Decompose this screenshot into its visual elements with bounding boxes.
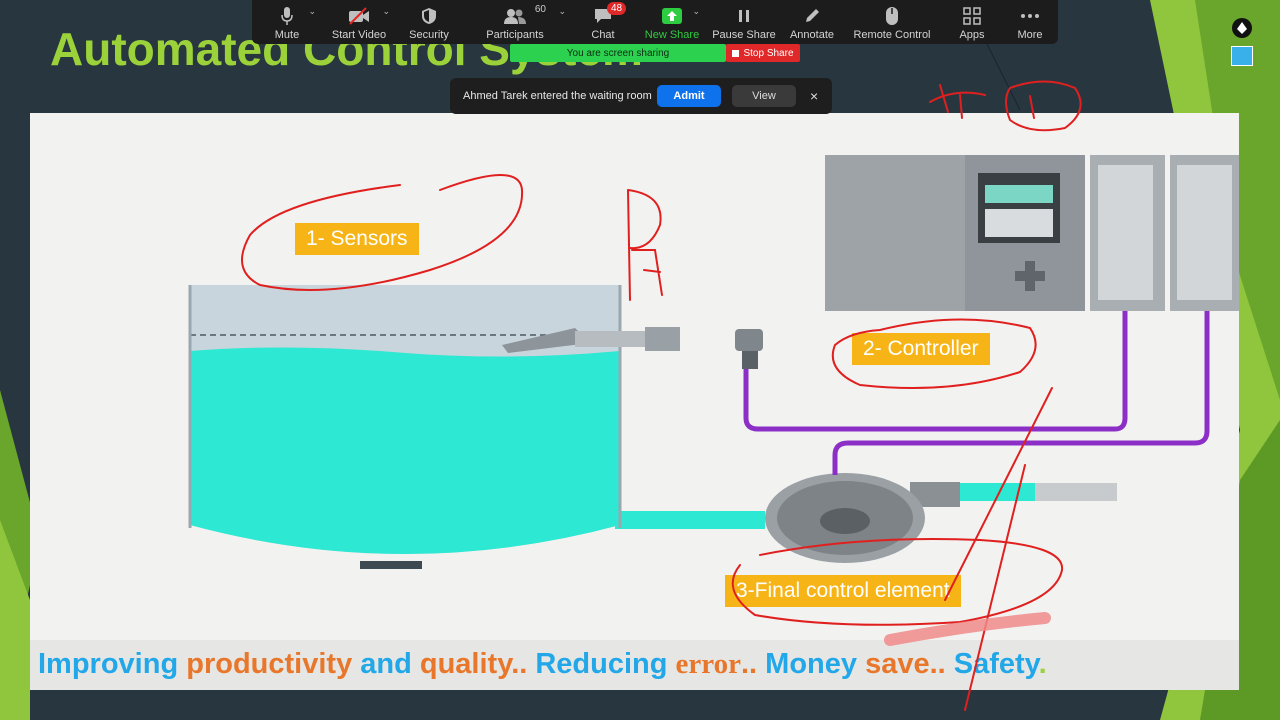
sensor-wire <box>743 311 1128 432</box>
stop-icon <box>732 49 740 57</box>
ellipsis-icon <box>1020 5 1040 27</box>
pause-share-label: Pause Share <box>712 29 776 41</box>
pump <box>765 473 960 563</box>
shield-icon <box>421 5 437 27</box>
people-icon <box>504 5 526 27</box>
start-video-button[interactable]: Start Video ⌄ <box>322 0 396 44</box>
annotate-button[interactable]: Annotate <box>782 0 842 44</box>
chevron-down-icon[interactable]: ⌄ <box>558 6 566 17</box>
chevron-down-icon[interactable]: ⌄ <box>692 6 700 17</box>
discharge-pipe-end <box>1035 483 1117 501</box>
more-label: More <box>1017 29 1043 41</box>
view-button[interactable]: View <box>732 85 796 107</box>
benefit-segment: quality <box>419 648 512 680</box>
slide-content: 1- Sensors 2- Controller 3-Final control… <box>30 113 1239 690</box>
unread-badge: 48 <box>607 2 627 15</box>
new-share-label: New Share <box>644 29 700 41</box>
admit-button[interactable]: Admit <box>657 85 721 107</box>
outlet-pipe <box>615 511 765 529</box>
apps-label: Apps <box>959 29 985 41</box>
apps-grid-icon <box>963 5 981 27</box>
participant-count: 60 <box>534 4 546 15</box>
benefit-segment: .. <box>741 648 766 680</box>
security-label: Security <box>409 29 449 41</box>
start-video-label: Start Video <box>331 29 387 41</box>
benefit-segment: Money <box>765 648 866 680</box>
mute-label: Mute <box>274 29 300 41</box>
sensors-label: 1- Sensors <box>295 223 419 255</box>
close-icon[interactable]: × <box>810 88 818 104</box>
tank <box>188 285 622 569</box>
control-system-diagram <box>188 155 1239 569</box>
benefit-segment: Improving <box>38 648 187 680</box>
share-arrow-icon <box>662 5 682 27</box>
discharge-pipe <box>955 483 1035 501</box>
annotation-pen-icon[interactable] <box>1232 18 1252 38</box>
remote-control-label: Remote Control <box>853 29 931 41</box>
benefit-segment: .. <box>929 648 954 680</box>
security-button[interactable]: Security <box>396 0 462 44</box>
apps-button[interactable]: Apps <box>942 0 1002 44</box>
final-control-element-label: 3-Final control element <box>725 575 961 607</box>
chevron-down-icon[interactable]: ⌄ <box>382 6 390 17</box>
chat-label: Chat <box>591 29 615 41</box>
benefits-text: Improving productivity and quality.. Red… <box>38 648 1047 681</box>
waiting-room-notification: Ahmed Tarek entered the waiting room Adm… <box>450 78 832 114</box>
pencil-icon <box>803 5 821 27</box>
benefit-segment: . <box>1038 648 1047 680</box>
participants-label: Participants <box>486 29 544 41</box>
zoom-toolbar: Mute ⌄ Start Video ⌄ Security Participants ⌄ 60… <box>252 0 1058 44</box>
sharing-label: You are screen sharing <box>566 47 670 59</box>
new-share-button[interactable]: New Share ⌄ <box>638 0 706 44</box>
pause-share-button[interactable]: Pause Share <box>706 0 782 44</box>
benefit-segment: error <box>675 648 741 680</box>
screen-thumbnail-icon[interactable] <box>1231 46 1253 66</box>
chat-button[interactable]: Chat 48 <box>568 0 638 44</box>
stop-share-button[interactable]: Stop Share <box>726 44 800 62</box>
benefit-segment: .. <box>511 648 536 680</box>
benefit-segment: and <box>360 648 420 680</box>
benefit-segment: Safety <box>953 648 1039 680</box>
remote-control-button[interactable]: Remote Control <box>842 0 942 44</box>
waiting-room-message: Ahmed Tarek entered the waiting room <box>463 90 652 102</box>
stop-share-label: Stop Share <box>743 47 794 59</box>
benefit-segment: save <box>865 648 930 680</box>
pause-icon <box>737 5 751 27</box>
bottom-banner: Improving productivity and quality.. Red… <box>30 640 1239 690</box>
controller-label: 2- Controller <box>852 333 990 365</box>
mouse-icon <box>885 5 899 27</box>
microphone-icon <box>280 5 294 27</box>
mute-button[interactable]: Mute ⌄ <box>252 0 322 44</box>
plc-controller <box>825 155 1239 311</box>
annotate-label: Annotate <box>789 29 835 41</box>
participants-button[interactable]: Participants ⌄ 60 <box>462 0 568 44</box>
chevron-down-icon[interactable]: ⌄ <box>308 6 316 17</box>
benefit-segment: Reducing <box>535 648 676 680</box>
benefit-segment: productivity <box>186 648 361 680</box>
video-off-icon <box>347 5 371 27</box>
screen-sharing-banner[interactable]: You are screen sharing <box>510 44 726 62</box>
more-button[interactable]: More <box>1002 0 1058 44</box>
